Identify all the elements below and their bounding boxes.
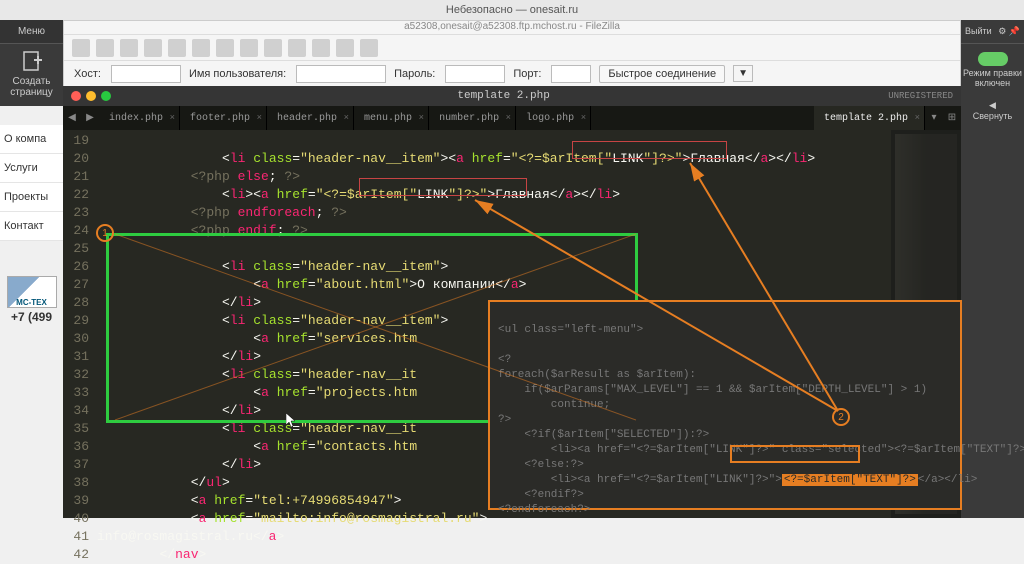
split-view-icon[interactable]: ⊞	[943, 106, 961, 130]
toggle-switch[interactable]	[978, 52, 1008, 66]
filezilla-title: a52308,onesait@a52308.ftp.mchost.ru - Fi…	[64, 21, 960, 35]
sublime-title-bar: template 2.php UNREGISTERED	[63, 86, 961, 106]
fz-tool-icon[interactable]	[96, 39, 114, 57]
nav-item[interactable]: Услуги	[0, 154, 63, 183]
dropdown-icon[interactable]: ▼	[733, 65, 753, 82]
pass-label: Пароль:	[394, 68, 435, 80]
tab-footer[interactable]: footer.php×	[180, 106, 267, 130]
sublime-tabs: ◀ ▶ index.php× footer.php× header.php× m…	[63, 106, 961, 130]
fz-tool-icon[interactable]	[312, 39, 330, 57]
host-label: Хост:	[74, 68, 101, 80]
fz-tool-icon[interactable]	[360, 39, 378, 57]
browser-title-bar: Небезопасно — onesait.ru	[0, 0, 1024, 20]
close-tab-icon[interactable]: ×	[915, 113, 920, 123]
window-controls	[63, 91, 119, 101]
pass-input[interactable]	[445, 65, 505, 83]
tab-menu[interactable]: menu.php×	[354, 106, 429, 130]
fz-tool-icon[interactable]	[168, 39, 186, 57]
fz-tool-icon[interactable]	[144, 39, 162, 57]
menu-header[interactable]: Меню	[0, 20, 63, 44]
close-tab-icon[interactable]: ×	[581, 113, 586, 123]
unregistered-label: UNREGISTERED	[888, 91, 961, 101]
close-tab-icon[interactable]: ×	[344, 113, 349, 123]
maximize-icon[interactable]	[101, 91, 111, 101]
close-tab-icon[interactable]: ×	[257, 113, 262, 123]
site-logo-block: МС-ТЕХ +7 (499	[0, 276, 63, 324]
close-icon[interactable]	[71, 91, 81, 101]
port-label: Порт:	[513, 68, 541, 80]
collapse-button[interactable]: ◀Свернуть	[961, 94, 1024, 127]
tab-header[interactable]: header.php×	[267, 106, 354, 130]
tabs-dropdown-icon[interactable]: ▾	[925, 106, 943, 130]
phone-label: +7 (499	[0, 310, 63, 324]
edit-mode-toggle[interactable]: Режим правки включен	[961, 44, 1024, 94]
tab-history-fwd-icon[interactable]: ▶	[81, 106, 99, 130]
minimize-icon[interactable]	[86, 91, 96, 101]
tab-number[interactable]: number.php×	[429, 106, 516, 130]
bitrix-left-panel: Меню Создать страницу	[0, 20, 63, 106]
fz-tool-icon[interactable]	[288, 39, 306, 57]
nav-item[interactable]: Проекты	[0, 183, 63, 212]
annotation-highlight: <?=$arItem["TEXT"]?>	[782, 474, 918, 486]
tab-logo[interactable]: logo.php×	[516, 106, 591, 130]
add-page-icon	[20, 50, 44, 74]
tab-template2[interactable]: template 2.php×	[814, 106, 925, 130]
fz-tool-icon[interactable]	[216, 39, 234, 57]
user-label: Имя пользователя:	[189, 68, 286, 80]
tab-history-back-icon[interactable]: ◀	[63, 106, 81, 130]
fz-tool-icon[interactable]	[192, 39, 210, 57]
close-tab-icon[interactable]: ×	[506, 113, 511, 123]
host-input[interactable]	[111, 65, 181, 83]
annotation-overlay-panel: <ul class="left-menu"> <? foreach($arRes…	[488, 300, 962, 510]
line-gutter: 1920212223242526272829303132333435363738…	[63, 130, 97, 518]
user-input[interactable]	[296, 65, 386, 83]
tab-index[interactable]: index.php×	[99, 106, 180, 130]
fz-tool-icon[interactable]	[240, 39, 258, 57]
nav-item[interactable]: О компа	[0, 125, 63, 154]
close-tab-icon[interactable]: ×	[170, 113, 175, 123]
filezilla-quickconnect: Хост: Имя пользователя: Пароль: Порт: Бы…	[64, 61, 960, 87]
nav-item[interactable]: Контакт	[0, 212, 63, 241]
fz-tool-icon[interactable]	[336, 39, 354, 57]
quickconnect-button[interactable]: Быстрое соединение	[599, 65, 725, 83]
create-page-button[interactable]: Создать страницу	[0, 44, 63, 104]
logout-button[interactable]: Выйти ⚙ 📌	[961, 20, 1024, 44]
fz-tool-icon[interactable]	[264, 39, 282, 57]
site-nav: О компа Услуги Проекты Контакт	[0, 125, 63, 241]
logo-icon: МС-ТЕХ	[7, 276, 57, 308]
browser-warning: Небезопасно — onesait.ru	[446, 4, 578, 16]
fz-tool-icon[interactable]	[72, 39, 90, 57]
filezilla-toolbar	[64, 35, 960, 61]
close-tab-icon[interactable]: ×	[419, 113, 424, 123]
port-input[interactable]	[551, 65, 591, 83]
sublime-filename: template 2.php	[119, 90, 888, 102]
fz-tool-icon[interactable]	[120, 39, 138, 57]
